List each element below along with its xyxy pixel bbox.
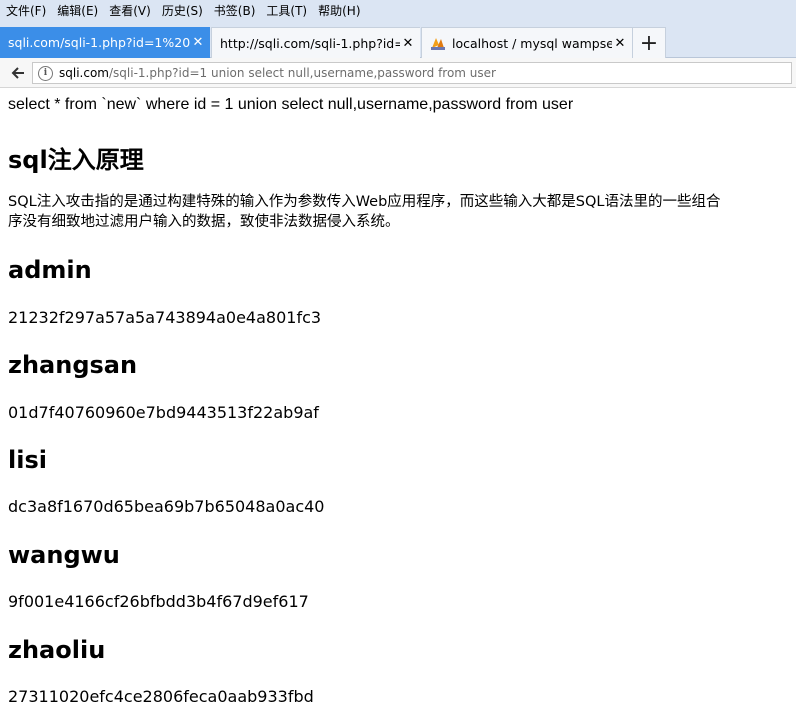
phpmyadmin-icon xyxy=(430,36,446,50)
menu-view[interactable]: 查看(V) xyxy=(109,2,151,19)
tab-strip: sqli.com/sqli-1.php?id=1%20union ✕ http:… xyxy=(0,20,796,58)
menu-history[interactable]: 历史(S) xyxy=(162,2,203,19)
user-name: admin xyxy=(8,256,92,284)
tab-label: sqli.com/sqli-1.php?id=1%20union xyxy=(8,35,190,50)
user-hash: dc3a8f1670d65bea69b7b65048a0ac40 xyxy=(8,497,325,516)
menu-edit[interactable]: 编辑(E) xyxy=(57,2,98,19)
user-hash: 27311020efc4ce2806feca0aab933fbd xyxy=(8,687,314,706)
intro-line-2: 序没有细致地过滤用户输入的数据，致使非法数据侵入系统。 xyxy=(8,214,400,230)
sql-query-text: select * from `new` where id = 1 union s… xyxy=(8,96,574,113)
menu-bookmarks[interactable]: 书签(B) xyxy=(214,2,256,19)
close-icon[interactable]: ✕ xyxy=(190,35,206,50)
info-icon[interactable]: i xyxy=(38,65,53,81)
close-icon[interactable]: ✕ xyxy=(612,36,628,51)
menu-tools[interactable]: 工具(T) xyxy=(266,2,307,19)
back-arrow-icon xyxy=(11,67,24,79)
close-icon[interactable]: ✕ xyxy=(400,36,416,51)
intro-line-1: SQL注入攻击指的是通过构建特殊的输入作为参数传入Web应用程序，而这些输入大都… xyxy=(8,194,721,210)
tab-phpmyadmin[interactable]: localhost / mysql wampserver ✕ xyxy=(421,27,632,58)
tab-sqli-plain[interactable]: http://sqli.com/sqli-1.php?id=1 ✕ xyxy=(211,27,420,58)
url-path: /sqli-1.php?id=1 union select null,usern… xyxy=(108,66,496,80)
nav-bar: i sqli.com /sqli-1.php?id=1 union select… xyxy=(0,58,796,88)
user-name: wangwu xyxy=(8,541,120,569)
user-name: lisi xyxy=(8,446,47,474)
user-hash: 9f001e4166cf26bfbdd3b4f67d9ef617 xyxy=(8,592,309,611)
user-hash: 21232f297a57a5a743894a0e4a801fc3 xyxy=(8,308,322,327)
page-heading: sql注入原理 xyxy=(8,146,144,174)
intro-paragraph: SQL注入攻击指的是通过构建特殊的输入作为参数传入Web应用程序，而这些输入大都… xyxy=(8,192,796,232)
user-hash: 01d7f40760960e7bd9443513f22ab9af xyxy=(8,403,319,422)
url-bar[interactable]: i sqli.com /sqli-1.php?id=1 union select… xyxy=(32,62,792,84)
tab-label: http://sqli.com/sqli-1.php?id=1 xyxy=(220,35,400,51)
back-button[interactable] xyxy=(8,63,28,83)
menu-bar: 文件(F) 编辑(E) 查看(V) 历史(S) 书签(B) 工具(T) 帮助(H… xyxy=(0,0,796,20)
tab-sqli-union[interactable]: sqli.com/sqli-1.php?id=1%20union ✕ xyxy=(0,27,210,58)
url-host: sqli.com xyxy=(59,66,109,80)
page-content: select * from `new` where id = 1 union s… xyxy=(0,88,796,725)
tab-label: localhost / mysql wampserver xyxy=(452,35,612,51)
user-name: zhangsan xyxy=(8,351,138,379)
menu-help[interactable]: 帮助(H) xyxy=(318,2,360,19)
menu-file[interactable]: 文件(F) xyxy=(6,2,46,19)
new-tab-button[interactable]: + xyxy=(632,27,666,58)
user-name: zhaoliu xyxy=(8,636,106,664)
